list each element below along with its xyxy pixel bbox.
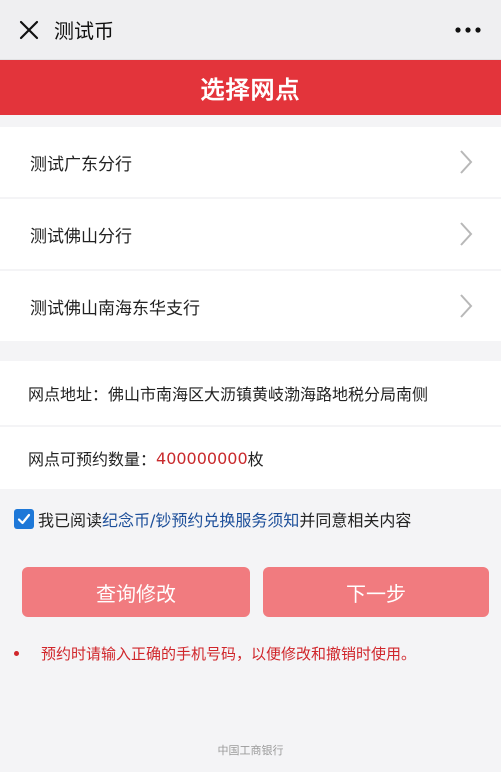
agreement-suffix: 并同意相关内容	[299, 511, 412, 530]
quota-unit: 枚	[247, 450, 264, 469]
agreement-checkbox[interactable]	[14, 509, 34, 529]
branch-item-nanhai-donghua[interactable]: 测试佛山南海东华支行	[0, 271, 501, 341]
bullet-dot	[14, 651, 19, 656]
branch-info: 网点地址： 佛山市南海区大沥镇黄岐渤海路地税分局南侧 网点可预约数量： 4000…	[0, 361, 501, 489]
chevron-right-icon	[460, 294, 473, 318]
next-step-button[interactable]: 下一步	[263, 567, 489, 617]
query-modify-button[interactable]: 查询修改	[22, 567, 250, 617]
checkmark-icon	[17, 513, 31, 525]
branch-item-guangdong[interactable]: 测试广东分行	[0, 127, 501, 197]
close-button[interactable]	[14, 15, 44, 45]
top-navigation-bar: 测试币	[0, 0, 501, 60]
action-buttons: 查询修改 下一步	[0, 567, 501, 617]
branch-label: 测试广东分行	[30, 154, 132, 175]
more-button[interactable]	[453, 18, 483, 42]
banner-title: 选择网点	[200, 76, 301, 104]
agreement-prefix: 我已阅读	[38, 511, 103, 530]
section-banner: 选择网点	[0, 60, 501, 115]
close-icon	[19, 20, 39, 39]
notice: 预约时请输入正确的手机号码，以便修改和撤销时使用。	[0, 643, 501, 664]
page-title: 测试币	[54, 19, 114, 43]
address-value: 佛山市南海区大沥镇黄岐渤海路地税分局南侧	[108, 385, 429, 404]
chevron-right-icon	[460, 150, 473, 174]
branch-item-foshan[interactable]: 测试佛山分行	[0, 199, 501, 269]
quota-label: 网点可预约数量：	[28, 450, 157, 469]
branch-address-row: 网点地址： 佛山市南海区大沥镇黄岐渤海路地税分局南侧	[0, 361, 501, 425]
footer-brand: 中国工商银行	[217, 744, 284, 757]
agreement-link[interactable]: 纪念币/钞预约兑换服务须知	[102, 507, 299, 531]
chevron-right-icon	[460, 222, 473, 246]
quota-value: 400000000	[156, 448, 248, 468]
notice-text: 预约时请输入正确的手机号码，以便修改和撤销时使用。	[41, 645, 417, 663]
branch-label: 测试佛山南海东华支行	[30, 298, 200, 319]
address-label: 网点地址：	[28, 385, 109, 404]
branch-label: 测试佛山分行	[30, 226, 132, 247]
agreement-row: 我已阅读 纪念币/钞预约兑换服务须知 并同意相关内容	[0, 507, 501, 531]
branch-list: 测试广东分行 测试佛山分行 测试佛山南海东华支行	[0, 127, 501, 341]
more-dots-icon	[455, 27, 481, 33]
branch-quota-row: 网点可预约数量： 400000000 枚	[0, 427, 501, 489]
